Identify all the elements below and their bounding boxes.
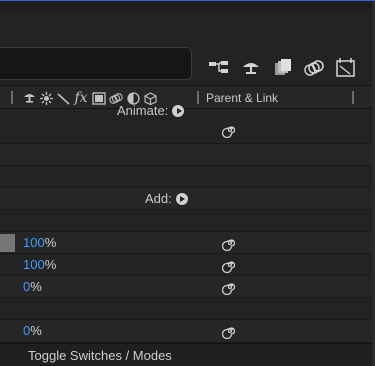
frame-blending-icon[interactable]	[272, 57, 294, 79]
animate-control[interactable]: Animate:	[117, 103, 185, 118]
layer-color-chip[interactable]	[0, 234, 15, 252]
composition-flowchart-icon[interactable]	[208, 57, 230, 79]
property-row: 0%	[0, 320, 375, 343]
graph-editor-icon[interactable]	[335, 57, 357, 79]
pick-whip-icon[interactable]	[222, 235, 238, 251]
property-row: 100%	[0, 254, 375, 276]
quality-icon[interactable]	[56, 90, 70, 106]
property-value: 100%	[23, 257, 56, 272]
frame-blend-icon[interactable]	[92, 90, 106, 106]
search-toolbar	[0, 9, 375, 83]
add-control[interactable]: Add:	[145, 191, 188, 206]
add-row: Add:	[0, 188, 375, 210]
layer-rows: Animate: Add: 100% 100% 0% 0%	[0, 103, 375, 343]
header-separator	[11, 91, 13, 104]
header-separator	[197, 91, 199, 104]
value-unit: %	[30, 323, 42, 338]
fx-icon[interactable]: fx	[73, 90, 89, 106]
value-unit: %	[44, 257, 57, 272]
value-number[interactable]: 100	[23, 257, 45, 272]
property-row: 0%	[0, 276, 375, 298]
pick-whip-icon[interactable]	[222, 323, 238, 339]
add-play-icon[interactable]	[175, 192, 188, 205]
pick-whip-icon[interactable]	[222, 257, 238, 273]
toggle-switches-modes-button[interactable]: Toggle Switches / Modes	[28, 348, 172, 363]
empty-row	[0, 144, 375, 166]
shy-icon[interactable]	[22, 90, 36, 106]
animate-label: Animate:	[117, 103, 169, 118]
collapse-icon[interactable]	[39, 90, 53, 106]
panel-top-strip	[0, 1, 375, 9]
shy-layers-icon[interactable]	[240, 57, 262, 79]
empty-row	[0, 166, 375, 188]
value-unit: %	[44, 235, 57, 250]
timeline-panel: fx Parent & Link Animate: Add: 100% 100%…	[0, 0, 375, 366]
value-number[interactable]: 100	[23, 235, 45, 250]
header-separator	[352, 91, 354, 104]
property-value: 0%	[23, 323, 42, 338]
value-unit: %	[30, 279, 42, 294]
animate-row: Animate:	[0, 103, 375, 144]
pick-whip-icon[interactable]	[222, 279, 238, 295]
property-row: 100%	[0, 232, 375, 254]
parent-link-column-header[interactable]: Parent & Link	[206, 91, 278, 105]
motion-blur-icon[interactable]	[303, 57, 325, 79]
property-value: 100%	[23, 235, 56, 250]
empty-row	[0, 210, 375, 232]
timeline-footer: Toggle Switches / Modes	[0, 343, 375, 366]
empty-row	[0, 298, 375, 320]
add-label: Add:	[145, 191, 172, 206]
pick-whip-icon[interactable]	[222, 122, 238, 138]
search-input[interactable]	[0, 47, 192, 80]
animate-play-icon[interactable]	[172, 104, 185, 117]
property-value: 0%	[23, 279, 42, 294]
column-header-row: fx Parent & Link	[0, 85, 375, 109]
